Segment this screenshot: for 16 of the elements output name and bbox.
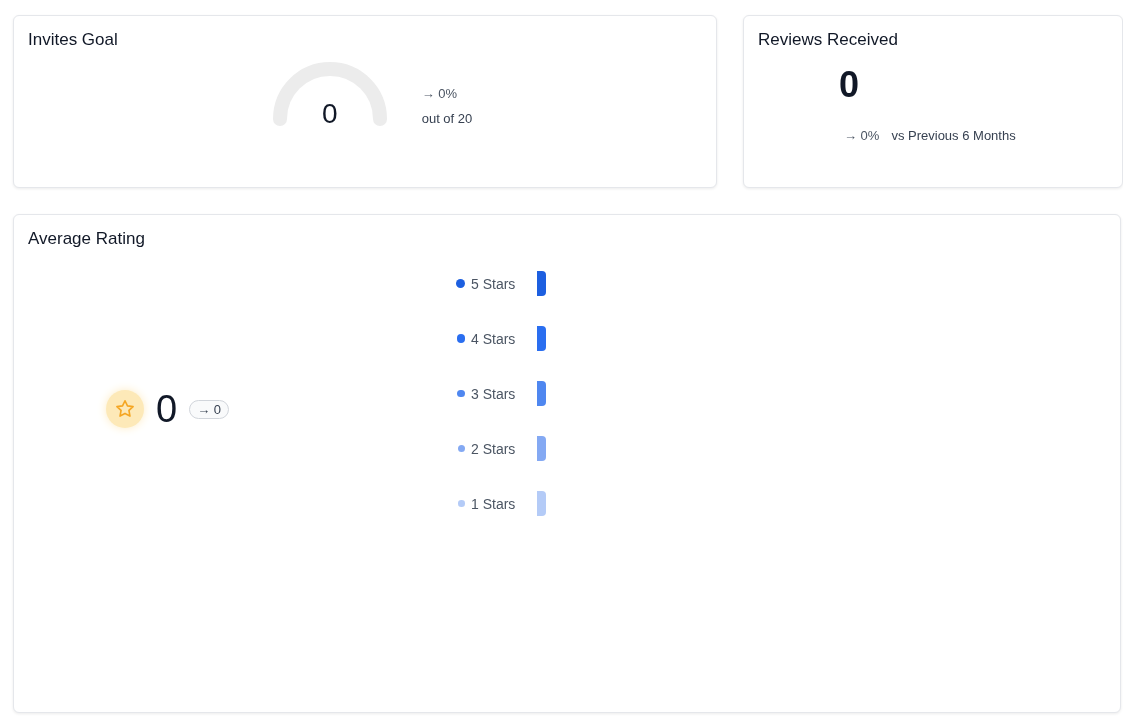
star-level-label: 4 Stars <box>471 330 517 347</box>
rating-value: 0 <box>156 387 178 431</box>
reviews-count: 0 <box>838 64 860 106</box>
star-level-label: 1 Stars <box>471 495 517 512</box>
target-text: out of 20 <box>421 111 473 126</box>
comparison-text: vs Previous 6 Months <box>891 128 1016 143</box>
change-badge: → 0 <box>189 399 229 419</box>
card-title: Reviews Received <box>758 30 899 50</box>
star-level-label: 5 Stars <box>471 275 517 292</box>
card-title: Invites Goal <box>28 30 119 50</box>
star-level-label: 3 Stars <box>471 385 517 402</box>
change-text: → 0% <box>421 86 459 101</box>
star-level-label: 2 Stars <box>471 440 517 457</box>
gauge-value: 0 <box>320 98 339 130</box>
change-text: → 0% <box>844 128 880 143</box>
card-title: Average Rating <box>28 229 146 249</box>
